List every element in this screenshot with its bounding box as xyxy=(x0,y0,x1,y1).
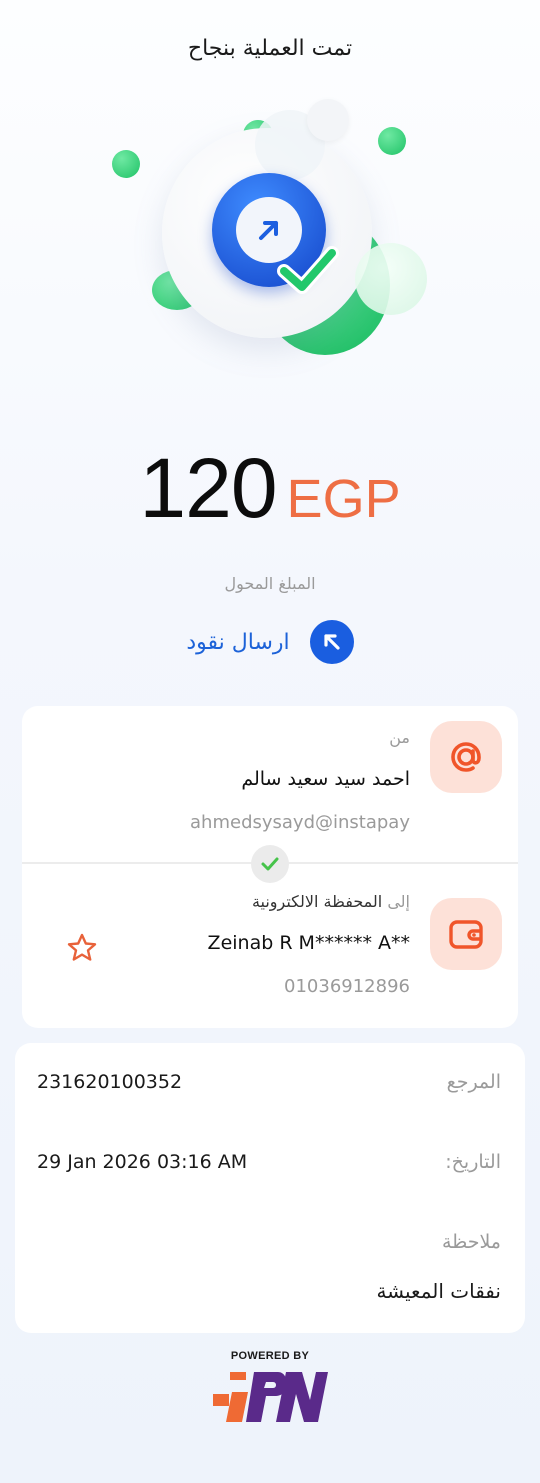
parties-card: من احمد سيد سعيد سالم ahmedsysayd@instap… xyxy=(22,706,518,1028)
sender-address: ahmedsysayd@instapay xyxy=(190,812,410,833)
sender-label: من xyxy=(389,728,410,747)
note-value: نفقات المعيشة xyxy=(376,1279,501,1303)
bubble xyxy=(307,99,349,141)
powered-by-text: POWERED BY xyxy=(230,1350,310,1362)
note-label: ملاحظة xyxy=(441,1231,501,1253)
receiver-label-prefix: إلى xyxy=(387,892,410,911)
decor-dot xyxy=(112,150,140,178)
reference-label: المرجع xyxy=(446,1071,501,1093)
wallet-icon xyxy=(430,898,502,970)
date-value: 29 Jan 2026 03:16 AM xyxy=(37,1151,248,1173)
arrow-up-right-icon xyxy=(259,221,278,240)
amount: 120 EGP xyxy=(0,440,540,537)
at-sign-icon xyxy=(430,721,502,793)
arrow-up-left-icon xyxy=(309,620,354,664)
check-icon xyxy=(261,857,279,871)
reference-value: 231620100352 xyxy=(37,1071,183,1093)
decor-dot xyxy=(378,127,406,155)
amount-currency: EGP xyxy=(286,469,401,529)
powered-by-logo: POWERED BY xyxy=(210,1350,330,1426)
receiver-phone: 01036912896 xyxy=(284,976,410,997)
transaction-type: ارسال نقود xyxy=(0,620,540,664)
details-card: المرجع 231620100352 التاريخ: 29 Jan 2026… xyxy=(15,1043,525,1333)
amount-value: 120 xyxy=(139,441,277,535)
transaction-type-label: ارسال نقود xyxy=(186,629,290,655)
success-illustration xyxy=(100,95,440,385)
favorite-star-icon[interactable] xyxy=(66,932,98,968)
page-title: تمت العملية بنجاح xyxy=(187,36,353,61)
ipn-logo-icon xyxy=(213,1372,328,1422)
check-icon xyxy=(277,246,339,294)
receiver-label: إلى المحفظة الالكترونية xyxy=(252,892,410,911)
verified-badge xyxy=(251,845,289,883)
receiver-name: Zeinab R M****** A** xyxy=(207,932,410,954)
amount-label: المبلغ المحول xyxy=(224,574,316,593)
bubble xyxy=(355,243,427,315)
receiver-label-type: المحفظة الالكترونية xyxy=(251,892,383,911)
sender-name: احمد سيد سعيد سالم xyxy=(241,768,410,790)
date-label: التاريخ: xyxy=(445,1151,501,1173)
